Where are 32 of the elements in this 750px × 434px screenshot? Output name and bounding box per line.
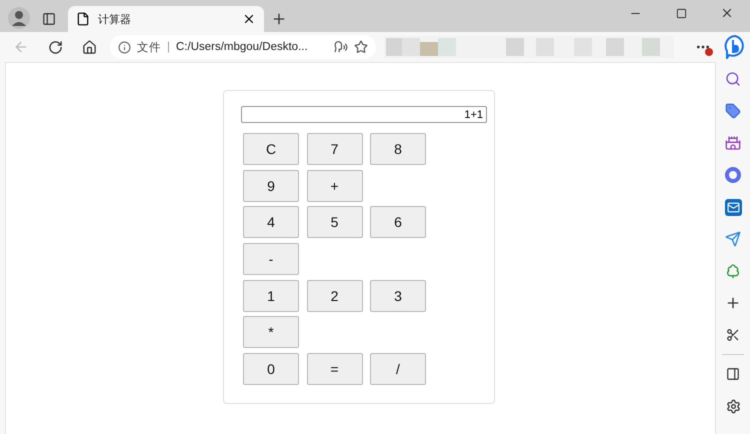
address-bar[interactable]: 文件 | C:/Users/mbgou/Deskto... [110, 35, 376, 59]
close-tab-icon[interactable] [242, 12, 256, 26]
favorite-icon[interactable] [354, 40, 368, 54]
separator: | [167, 41, 170, 53]
scheme-label: 文件 [137, 40, 161, 54]
calculator-key[interactable]: / [370, 353, 426, 386]
calculator-key[interactable]: 0 [243, 353, 299, 386]
calculator-key[interactable]: 3 [370, 280, 426, 312]
calculator-key[interactable]: C [243, 133, 299, 165]
url-text: C:/Users/mbgou/Deskto... [176, 41, 308, 53]
calculator-key[interactable]: 9 [243, 170, 299, 202]
calculator-key[interactable]: 1 [243, 280, 299, 312]
calculator-key[interactable]: 5 [306, 206, 362, 238]
profile-avatar[interactable] [8, 7, 30, 29]
calculator-key[interactable]: = [306, 353, 362, 386]
calculator-key[interactable]: 2 [306, 280, 362, 312]
calculator-key[interactable]: 4 [243, 206, 299, 238]
read-aloud-icon[interactable] [334, 40, 348, 54]
file-icon [76, 12, 90, 26]
notification-badge [705, 48, 713, 56]
info-icon [118, 40, 131, 54]
calculator-key[interactable]: 8 [370, 133, 426, 165]
calculator-key[interactable]: * [243, 316, 299, 348]
calculator-key[interactable]: + [306, 170, 362, 202]
browser-tab[interactable]: 计算器 [68, 6, 264, 32]
calculator-key[interactable]: - [243, 243, 299, 276]
calculator-key[interactable]: 6 [370, 206, 426, 238]
display-field[interactable]: 1+1 [241, 106, 487, 123]
ring-icon[interactable] [724, 166, 742, 184]
tab-title: 计算器 [98, 12, 132, 26]
calculator-key[interactable]: 7 [306, 133, 362, 165]
copilot-logo[interactable] [724, 35, 746, 59]
